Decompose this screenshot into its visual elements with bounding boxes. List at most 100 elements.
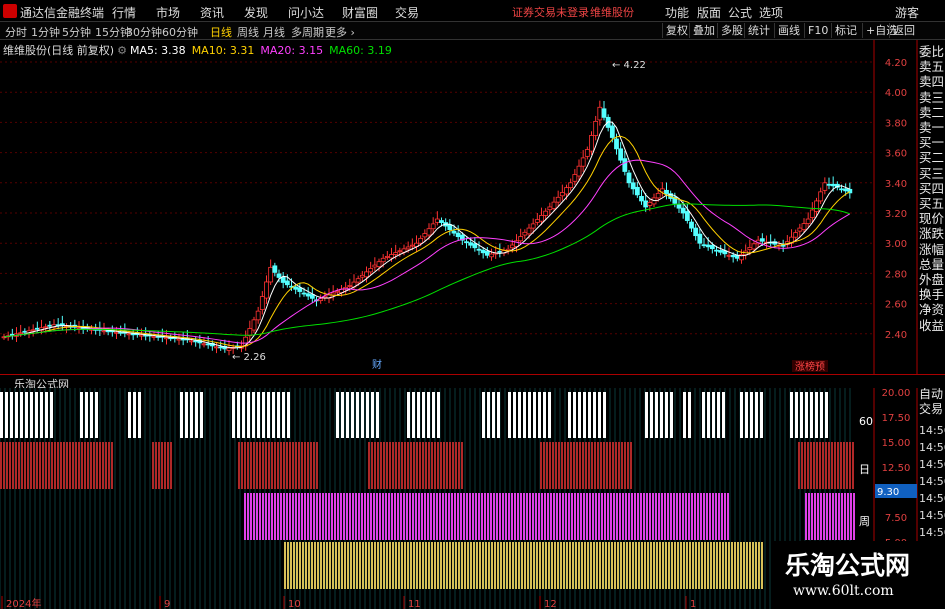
toolbar-button-2[interactable]: 多股: [717, 23, 746, 38]
side-label-15[interactable]: 外盘: [919, 273, 945, 287]
signal-bar: [464, 542, 466, 589]
broker-name: 维维股份: [590, 6, 634, 19]
signal-bar: [458, 542, 460, 589]
signal-bar: [292, 442, 294, 489]
signal-bar: [425, 442, 427, 489]
side-label-0[interactable]: 委比: [919, 45, 945, 59]
side-label-12[interactable]: 涨跌: [919, 227, 945, 241]
watermark-url: www.60lt.com: [793, 583, 894, 599]
right-label-0: 自动: [919, 388, 943, 401]
signal-bar: [452, 542, 454, 589]
login-notice[interactable]: 证券交易未登录: [512, 4, 589, 20]
signal-bar: [523, 493, 525, 540]
side-label-1[interactable]: 卖五: [919, 60, 945, 74]
stock-name[interactable]: 维维股份(日线 前复权): [3, 44, 114, 57]
signal-bar: [388, 493, 390, 540]
candle-body: [709, 244, 715, 250]
signal-bar: [838, 493, 840, 540]
period-tab-8[interactable]: 月线: [263, 24, 285, 40]
toolbar-button-5[interactable]: F10: [804, 23, 831, 38]
signal-bar: [682, 493, 684, 540]
period-tab-5[interactable]: 60分钟: [162, 24, 198, 40]
signal-bar: [538, 392, 541, 438]
side-label-2[interactable]: 卖四: [919, 75, 945, 89]
period-tab-9[interactable]: 多周期: [291, 24, 324, 40]
side-label-10[interactable]: 买五: [919, 197, 945, 211]
signal-bar: [385, 493, 387, 540]
candle-body: [164, 337, 169, 340]
candle-body: [251, 319, 257, 331]
signal-bar: [307, 493, 309, 540]
signal-bar: [837, 442, 839, 489]
signal-bar: [265, 493, 267, 540]
menu-ask[interactable]: 问小达: [288, 4, 324, 21]
signal-bar: [583, 493, 585, 540]
side-label-14[interactable]: 总量: [919, 257, 945, 272]
guest-label[interactable]: 游客: [895, 4, 919, 21]
side-label-4[interactable]: 卖二: [919, 105, 945, 120]
ind-scale-0: 20.00: [882, 388, 911, 399]
side-label-16[interactable]: 换手: [919, 288, 945, 302]
signal-bar: [454, 493, 456, 540]
menu-market[interactable]: 市场: [156, 4, 180, 21]
side-label-6[interactable]: 买一: [919, 136, 945, 150]
signal-bar: [253, 442, 255, 489]
period-tab-4[interactable]: 30分钟: [126, 24, 162, 40]
candle-body: [114, 331, 119, 334]
period-tab-6[interactable]: 日线: [210, 24, 232, 40]
signal-bar: [665, 392, 668, 438]
toolbar-button-8[interactable]: 返回: [889, 23, 918, 38]
side-label-18[interactable]: 收益: [919, 318, 945, 333]
signal-bar: [394, 493, 396, 540]
signal-bar: [401, 542, 403, 589]
settings-gear-icon[interactable]: ⚙: [117, 44, 127, 57]
menu-function[interactable]: 功能: [665, 4, 689, 21]
toolbar-button-1[interactable]: 叠加: [689, 23, 718, 38]
signal-bar: [533, 542, 535, 589]
side-label-13[interactable]: 涨幅: [919, 242, 945, 257]
toolbar-button-3[interactable]: 统计: [744, 23, 773, 38]
period-tab-1[interactable]: 1分钟: [31, 24, 60, 40]
menu-options[interactable]: 选项: [759, 4, 783, 21]
signal-bar: [437, 442, 439, 489]
toolbar-button-0[interactable]: 复权: [662, 23, 691, 38]
side-label-11[interactable]: 现价: [919, 212, 945, 226]
period-tab-10[interactable]: 更多 ›: [325, 24, 355, 40]
side-label-8[interactable]: 买三: [919, 166, 945, 181]
side-label-5[interactable]: 卖一: [919, 121, 945, 135]
side-label-9[interactable]: 买四: [919, 181, 945, 196]
signal-bar: [467, 542, 469, 589]
signal-bar: [551, 542, 553, 589]
signal-bar: [611, 542, 613, 589]
signal-bar: [841, 493, 843, 540]
signal-bar: [553, 493, 555, 540]
menu-quotes[interactable]: 行情: [112, 4, 136, 21]
signal-bar: [336, 392, 339, 438]
signal-bar: [367, 493, 369, 540]
menu-trade[interactable]: 交易: [395, 4, 419, 21]
period-tab-7[interactable]: 周线: [237, 24, 259, 40]
side-label-17[interactable]: 净资: [919, 303, 945, 317]
candle-body: [76, 327, 82, 330]
menu-discover[interactable]: 发现: [244, 4, 268, 21]
signal-bar: [433, 493, 435, 540]
candle-body: [530, 223, 536, 229]
menu-formula[interactable]: 公式: [728, 4, 752, 21]
side-label-7[interactable]: 买二: [919, 151, 945, 165]
signal-bar: [313, 493, 315, 540]
menu-layout[interactable]: 版面: [697, 4, 721, 21]
candle-body: [334, 290, 340, 293]
signal-bar: [749, 542, 751, 589]
signal-bar: [622, 493, 624, 540]
side-label-3[interactable]: 卖三: [919, 90, 945, 105]
menu-wealth[interactable]: 财富圈: [342, 4, 378, 21]
signal-bar: [564, 442, 566, 489]
toolbar-button-6[interactable]: 标记: [831, 23, 860, 38]
signal-bar: [232, 392, 235, 438]
period-tab-0[interactable]: 分时: [5, 24, 27, 40]
signal-bar: [734, 542, 736, 589]
candlestick-chart[interactable]: 4.20 4.00 3.80 3.60 3.40 3.20 3.00 2.80 2.60 2.40…: [0, 40, 945, 375]
period-tab-2[interactable]: 5分钟: [62, 24, 91, 40]
toolbar-button-4[interactable]: 画线: [774, 23, 803, 38]
menu-news[interactable]: 资讯: [200, 4, 224, 21]
